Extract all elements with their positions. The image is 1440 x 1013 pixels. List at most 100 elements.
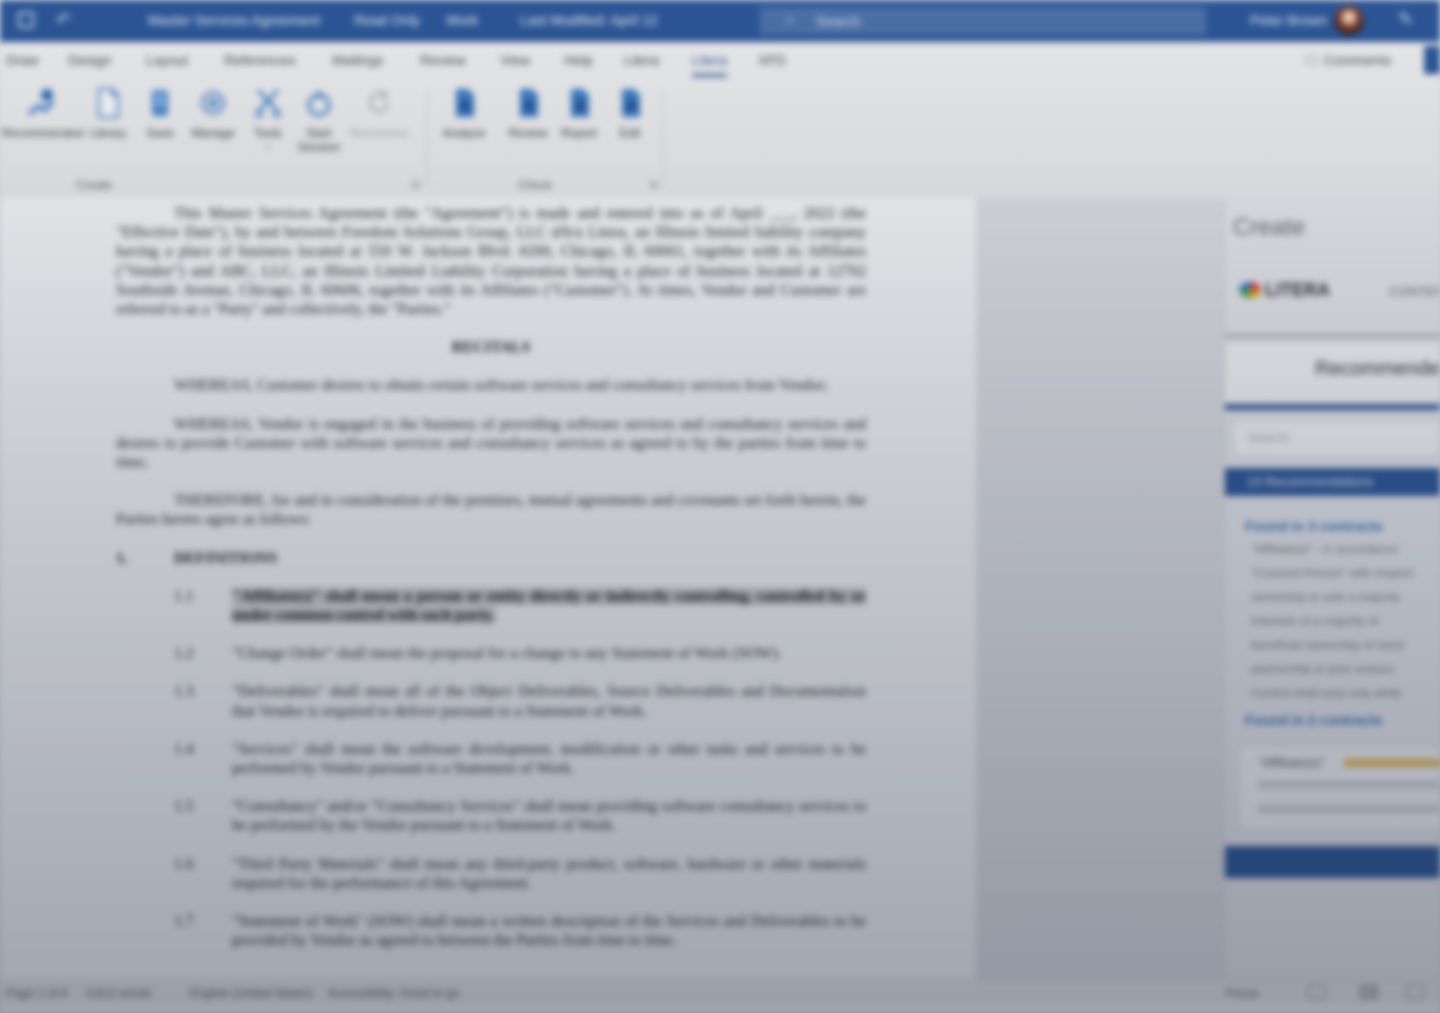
- edit-button[interactable]: Edit: [608, 86, 652, 140]
- read-mode-icon[interactable]: [1308, 985, 1326, 999]
- reconnect-label: Reconnect: [350, 126, 408, 140]
- clause-line[interactable]: beneficial ownership of stock: [1251, 638, 1440, 652]
- recommended-button[interactable]: Recommended: [2, 86, 83, 140]
- recital-paragraph: WHEREAS, Customer desires to obtain cert…: [174, 377, 829, 395]
- read-only-label: Read Only: [354, 12, 421, 28]
- dialog-launcher-icon[interactable]: ⇲: [648, 178, 657, 191]
- library-button[interactable]: Library: [84, 86, 132, 140]
- tab-view[interactable]: View: [500, 52, 530, 68]
- tab-xfd[interactable]: XFD: [758, 52, 786, 68]
- pen-icon[interactable]: ✎: [1398, 9, 1413, 30]
- ribbon-tabs: Draw Design Layout References Mailings R…: [0, 42, 1440, 80]
- recommended-icon: [27, 89, 55, 116]
- review-button[interactable]: Review: [502, 86, 554, 140]
- clause-snippet[interactable]: "Affiliate(s)": [1239, 746, 1440, 830]
- dialog-launcher-icon[interactable]: ⇲: [410, 178, 419, 191]
- document-page[interactable]: This Master Services Agreement (the "Agr…: [0, 198, 976, 980]
- print-layout-icon[interactable]: [1360, 985, 1378, 999]
- clause-line[interactable]: partnership or joint venture: [1251, 662, 1440, 676]
- definition-text: "Consultancy" and/or "Consultancy Servic…: [232, 798, 866, 835]
- autosave-icon[interactable]: [18, 12, 34, 28]
- accessibility-status[interactable]: Accessibility: Good to go: [328, 986, 459, 1000]
- scissors-icon: [255, 88, 281, 118]
- selected-definition-text[interactable]: "Affiliate(s)" shall mean a person or en…: [232, 587, 866, 625]
- clause-line[interactable]: interests of a majority of: [1251, 614, 1440, 628]
- saved-status[interactable]: Last Modified: April 12: [520, 12, 658, 28]
- sensitivity-label[interactable]: Work: [446, 12, 478, 28]
- save-button[interactable]: Save: [138, 86, 182, 140]
- tab-design[interactable]: Design: [68, 52, 112, 68]
- chevron-down-icon: ⌄: [263, 140, 273, 151]
- search-box[interactable]: ⌕ Search: [760, 7, 1206, 35]
- group-label-create: Create: [76, 178, 113, 192]
- report-button[interactable]: Report: [554, 86, 604, 140]
- tools-button[interactable]: Tools ⌄: [246, 86, 290, 151]
- reconnect-button[interactable]: Reconnect: [346, 86, 412, 140]
- web-layout-icon[interactable]: [1406, 985, 1424, 999]
- definition-item: 1.5 "Consultancy" and/or "Consultancy Ser…: [116, 797, 866, 835]
- definition-text: "Third Party Materials" shall mean any t…: [232, 855, 866, 892]
- clause-line[interactable]: "Covered Person" with respect: [1251, 566, 1440, 580]
- section-title: DEFINITIONS: [174, 549, 278, 567]
- insert-button[interactable]: [1225, 846, 1440, 878]
- section-heading: 1. DEFINITIONS: [116, 549, 866, 568]
- section-number: 1.: [116, 549, 128, 567]
- found-in-contracts-link[interactable]: Found in 3 contracts: [1245, 518, 1383, 534]
- definition-item: 1.7 "Statement of Work" (SOW) shall mean …: [116, 912, 866, 950]
- window-edge: [0, 1004, 1440, 1013]
- focus-button[interactable]: Focus: [1226, 986, 1259, 1000]
- definition-item: 1.4 "Services" shall mean the software de…: [116, 740, 866, 778]
- library-label: Library: [89, 126, 127, 140]
- tab-litera-active[interactable]: Litera: [692, 52, 728, 77]
- pane-search-input[interactable]: Search: [1233, 420, 1440, 456]
- word-count[interactable]: 4,812 words: [86, 986, 151, 1000]
- word-window: ↶ Master Services Agreement Read Only Wo…: [0, 0, 1440, 1013]
- analyze-button[interactable]: Analyze: [436, 86, 492, 140]
- clause-line[interactable]: ownership to vote a majority: [1251, 590, 1440, 604]
- workspace: This Master Services Agreement (the "Agr…: [0, 198, 1440, 980]
- clause-line[interactable]: "Affiliate(s)" - in accordance: [1251, 542, 1440, 556]
- recommendations-bar[interactable]: 13 Recommendations: [1225, 468, 1440, 496]
- title-bar: ↶ Master Services Agreement Read Only Wo…: [0, 0, 1440, 42]
- tab-review[interactable]: Review: [420, 52, 466, 68]
- manage-button[interactable]: Manage: [186, 86, 240, 140]
- recommended-title: Recommended: [1315, 358, 1440, 380]
- start-label: Start: [306, 126, 332, 140]
- definition-item: 1.1 "Affiliate(s)" shall mean a person or…: [116, 587, 866, 625]
- user-name[interactable]: Peter Brown: [1250, 12, 1327, 28]
- report-icon: [571, 89, 589, 117]
- definition-text: "Statement of Work" (SOW) shall mean a w…: [232, 913, 866, 950]
- tab-mailings[interactable]: Mailings: [332, 52, 383, 68]
- tab-references[interactable]: References: [224, 52, 296, 68]
- language-status[interactable]: English (United States): [190, 986, 313, 1000]
- pane-search-placeholder: Search: [1248, 430, 1290, 445]
- item-number: 1.5: [174, 798, 194, 816]
- comments-button[interactable]: 🗨 Comments: [1302, 52, 1391, 69]
- litera-logo: LITERA: [1239, 280, 1330, 301]
- tab-draw[interactable]: Draw: [6, 52, 39, 68]
- share-button[interactable]: [1424, 46, 1440, 74]
- clause-line[interactable]: Control shall exist only while: [1251, 686, 1440, 700]
- text-placeholder: [1258, 805, 1438, 813]
- tab-layout[interactable]: Layout: [146, 52, 188, 68]
- gear-icon: [200, 90, 226, 116]
- document-body[interactable]: This Master Services Agreement (the "Agr…: [116, 204, 866, 969]
- tab-help[interactable]: Help: [564, 52, 593, 68]
- analyze-icon: [456, 89, 474, 117]
- page-count[interactable]: Page 1 of 8: [6, 986, 67, 1000]
- group-label-check: Check: [518, 178, 553, 192]
- found-in-contracts-link[interactable]: Found in 2 contracts: [1245, 712, 1383, 728]
- litera-task-pane: Create LITERA CONTENT Recommended Search…: [1224, 198, 1440, 980]
- recital-paragraph: WHEREAS, Vendor is engaged in the busine…: [116, 415, 866, 472]
- tab-litera[interactable]: Litera: [624, 52, 659, 68]
- item-number: 1.4: [174, 740, 194, 758]
- avatar[interactable]: [1334, 6, 1364, 36]
- highlight-bar: [1344, 759, 1440, 767]
- start-session-button[interactable]: Start Session: [292, 86, 346, 154]
- start-icon: [307, 91, 331, 117]
- item-number: 1.6: [174, 855, 194, 873]
- edit-label: Edit: [619, 126, 641, 140]
- content-tab[interactable]: CONTENT: [1389, 284, 1440, 299]
- undo-icon[interactable]: ↶: [56, 10, 71, 31]
- review-label: Review: [508, 126, 548, 140]
